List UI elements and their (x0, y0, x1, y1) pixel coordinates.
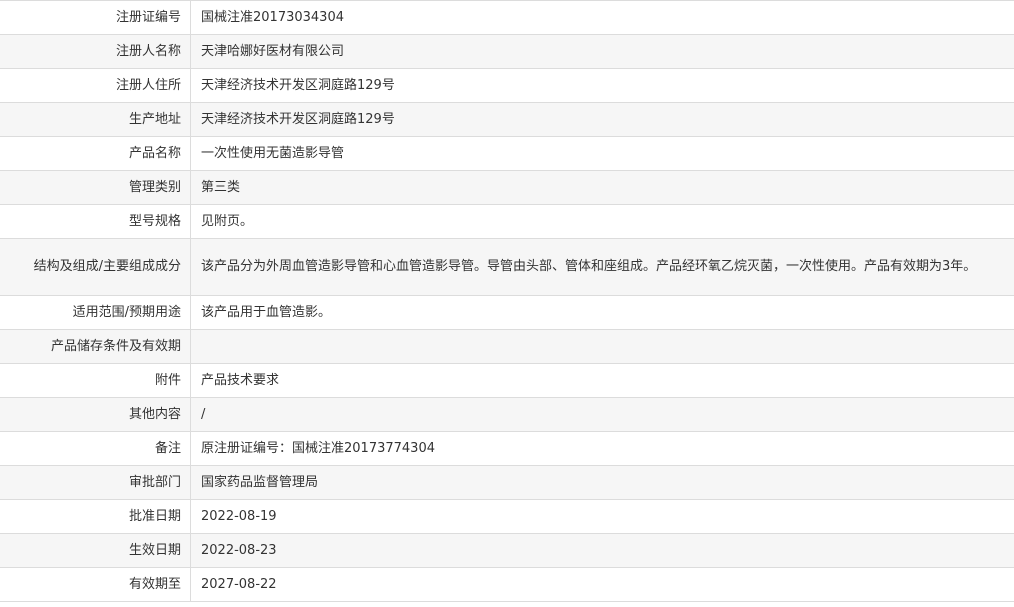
field-label: 批准日期 (0, 500, 191, 533)
field-value: 一次性使用无菌造影导管 (201, 145, 345, 161)
table-row: 注册证编号 国械注准20173034304 (0, 1, 1014, 35)
table-row: 备注 原注册证编号：国械注准20173774304 (0, 432, 1014, 466)
table-row: 产品名称 一次性使用无菌造影导管 (0, 137, 1014, 171)
field-value: 天津经济技术开发区洞庭路129号 (201, 77, 395, 93)
field-label: 结构及组成/主要组成成分 (0, 239, 191, 295)
table-row: 有效期至 2027-08-22 (0, 568, 1014, 602)
field-label: 型号规格 (0, 205, 191, 238)
table-row: 批准日期 2022-08-19 (0, 500, 1014, 534)
field-value: 该产品分为外周血管造影导管和心血管造影导管。导管由头部、管体和座组成。产品经环氧… (201, 259, 977, 274)
field-label: 产品名称 (0, 137, 191, 170)
field-value: 原注册证编号：国械注准20173774304 (201, 440, 435, 456)
field-label: 审批部门 (0, 466, 191, 499)
table-row: 审批部门 国家药品监督管理局 (0, 466, 1014, 500)
field-value: 2022-08-23 (201, 542, 277, 558)
field-label: 生产地址 (0, 103, 191, 136)
field-label: 有效期至 (0, 568, 191, 601)
table-row: 生产地址 天津经济技术开发区洞庭路129号 (0, 103, 1014, 137)
field-label: 其他内容 (0, 398, 191, 431)
field-value: 天津经济技术开发区洞庭路129号 (201, 111, 395, 127)
field-label: 注册人住所 (0, 69, 191, 102)
table-row: 管理类别 第三类 (0, 171, 1014, 205)
table-row: 生效日期 2022-08-23 (0, 534, 1014, 568)
field-value: 该产品用于血管造影。 (201, 304, 332, 320)
table-row: 其他内容 / (0, 398, 1014, 432)
table-row: 注册人住所 天津经济技术开发区洞庭路129号 (0, 69, 1014, 103)
field-value: 见附页。 (201, 213, 254, 229)
field-label: 管理类别 (0, 171, 191, 204)
field-value: / (201, 406, 206, 422)
field-value: 产品技术要求 (201, 372, 280, 388)
field-label: 附件 (0, 364, 191, 397)
field-label: 适用范围/预期用途 (0, 296, 191, 329)
table-row: 适用范围/预期用途 该产品用于血管造影。 (0, 296, 1014, 330)
field-label: 产品储存条件及有效期 (0, 330, 191, 363)
field-label: 注册证编号 (0, 1, 191, 34)
field-value: 第三类 (201, 179, 241, 195)
table-row: 型号规格 见附页。 (0, 205, 1014, 239)
field-value: 2027-08-22 (201, 576, 277, 592)
table-row: 注册人名称 天津哈娜好医材有限公司 (0, 35, 1014, 69)
field-value: 国械注准20173034304 (201, 9, 344, 25)
registration-details-table: 注册证编号 国械注准20173034304 注册人名称 天津哈娜好医材有限公司 … (0, 0, 1014, 602)
table-row: 产品储存条件及有效期 (0, 330, 1014, 364)
field-label: 注册人名称 (0, 35, 191, 68)
field-label: 备注 (0, 432, 191, 465)
field-label: 生效日期 (0, 534, 191, 567)
field-value (191, 330, 1014, 363)
table-row: 结构及组成/主要组成成分 该产品分为外周血管造影导管和心血管造影导管。导管由头部… (0, 239, 1014, 296)
table-row: 附件 产品技术要求 (0, 364, 1014, 398)
field-value: 天津哈娜好医材有限公司 (201, 43, 345, 59)
field-value: 国家药品监督管理局 (201, 474, 319, 490)
field-value: 2022-08-19 (201, 508, 277, 524)
